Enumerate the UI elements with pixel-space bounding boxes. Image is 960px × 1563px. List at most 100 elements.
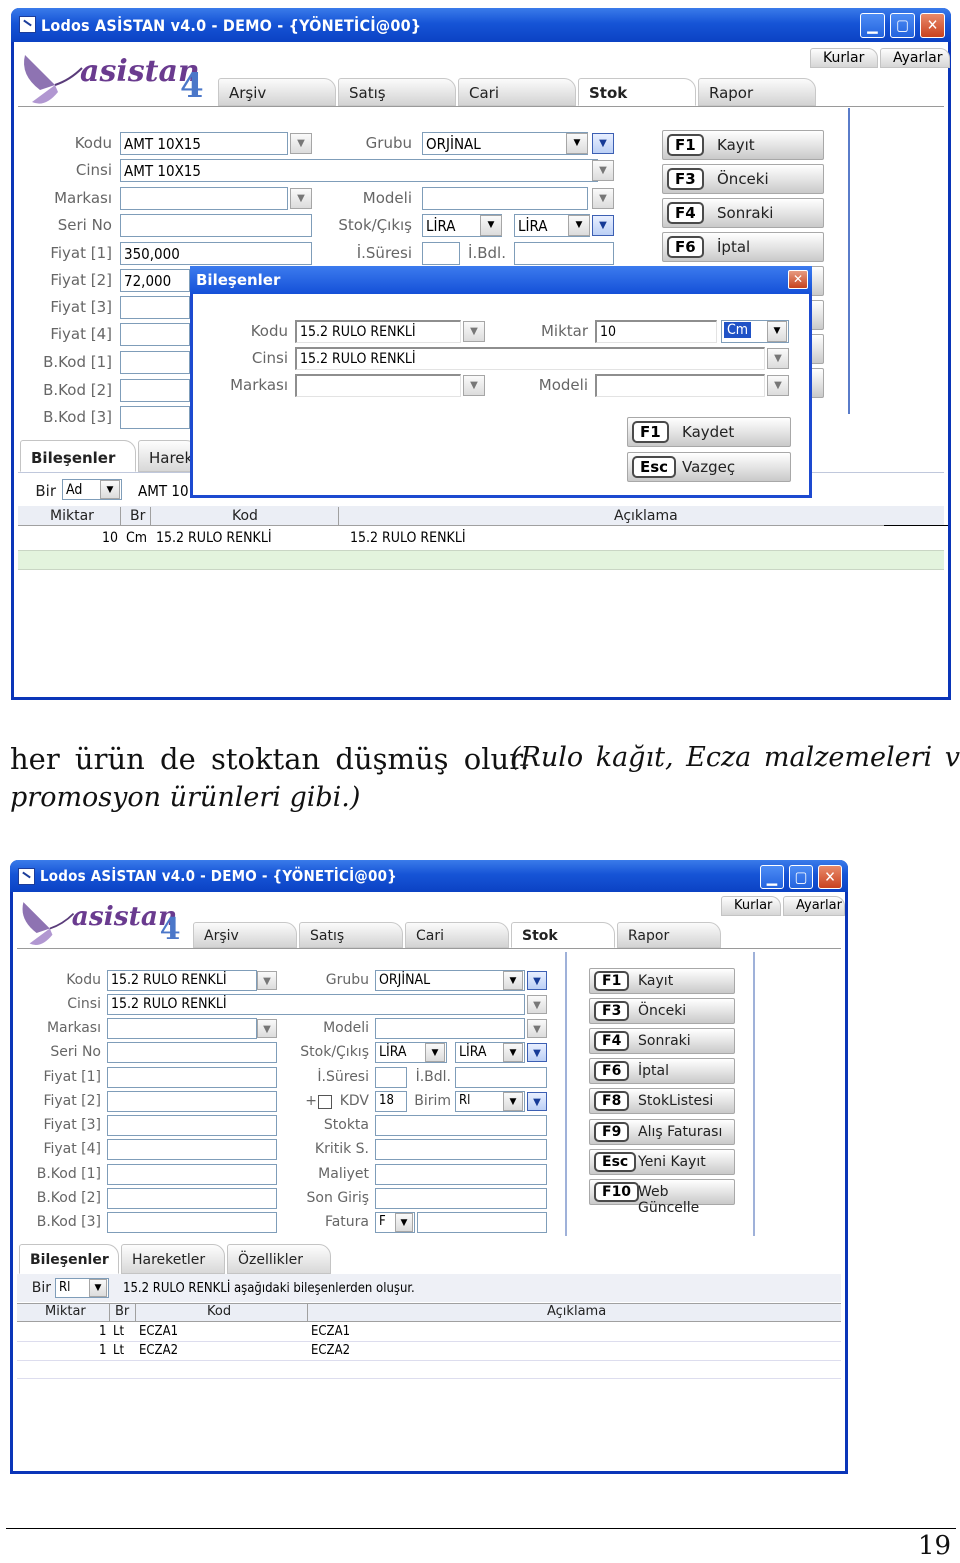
- screen1-titlebar[interactable]: Lodos ASİSTAN v4.0 - DEMO - {YÖNETİCİ@00…: [11, 8, 951, 42]
- maximize-icon[interactable]: ▢: [789, 865, 813, 889]
- fiyat4-input[interactable]: [107, 1139, 277, 1160]
- f6-iptal-button[interactable]: F6 İptal: [662, 232, 824, 262]
- dialog-vazgec-button[interactable]: Esc Vazgeç: [627, 452, 791, 482]
- bkod1-input[interactable]: [120, 351, 190, 374]
- cikis-currency-dropdown-arrow-icon[interactable]: ▼: [568, 215, 590, 236]
- tab-bilesenler[interactable]: Bileşenler: [19, 1244, 119, 1274]
- modeli-input[interactable]: [375, 1018, 525, 1039]
- app-icon[interactable]: [18, 868, 35, 885]
- dialog-birim-dropdown-arrow-icon[interactable]: ▼: [767, 321, 787, 342]
- dialog-cinsi-dropdown-arrow-icon[interactable]: ▼: [767, 348, 789, 369]
- table-row[interactable]: 1 Lt ECZA2 ECZA2: [17, 1342, 841, 1361]
- f3-onceki-button[interactable]: F3 Önceki: [662, 164, 824, 194]
- seri-no-input[interactable]: [107, 1042, 277, 1063]
- grubu-select[interactable]: ORJİNAL: [422, 132, 588, 155]
- tab-kurlar[interactable]: Kurlar: [721, 896, 781, 916]
- markasi-dropdown-arrow-icon[interactable]: ▼: [290, 188, 312, 209]
- bir-dropdown-arrow-icon[interactable]: ▼: [89, 1279, 107, 1297]
- grid-header-aciklama[interactable]: Açıklama: [547, 1304, 606, 1319]
- son-giris-input[interactable]: [375, 1188, 547, 1209]
- tab-ayarlar[interactable]: Ayarlar: [880, 48, 950, 68]
- i-bdl-input[interactable]: [514, 242, 614, 265]
- grubu-dropdown-arrow-icon[interactable]: ▼: [566, 133, 588, 154]
- minimize-icon[interactable]: ▁: [860, 13, 885, 38]
- fiyat2-input[interactable]: [107, 1091, 277, 1112]
- app-icon[interactable]: [19, 16, 36, 33]
- fiyat1-input[interactable]: [107, 1067, 277, 1088]
- fiyat2-input[interactable]: 72,000: [120, 269, 190, 292]
- stok-currency-dropdown-arrow-icon[interactable]: ▼: [425, 1043, 445, 1062]
- dialog-close-icon[interactable]: ✕: [788, 270, 808, 289]
- cikis-currency-dropdown-arrow-icon[interactable]: ▼: [503, 1043, 523, 1062]
- birim-dropdown-arrow-icon[interactable]: ▼: [503, 1092, 523, 1111]
- dialog-kodu-dropdown-arrow-icon[interactable]: ▼: [463, 321, 485, 342]
- fiyat3-input[interactable]: [120, 296, 190, 319]
- tab-satis[interactable]: Satış: [338, 78, 456, 106]
- close-icon[interactable]: ✕: [920, 13, 945, 38]
- kodu-dropdown-arrow-icon[interactable]: ▼: [290, 133, 312, 154]
- tab-ayarlar[interactable]: Ayarlar: [783, 896, 845, 916]
- tab-bilesenler[interactable]: Bileşenler: [20, 440, 136, 472]
- dialog-modeli-dropdown-arrow-icon[interactable]: ▼: [767, 375, 789, 396]
- f1-kayit-button[interactable]: F1 Kayıt: [589, 968, 735, 994]
- bkod2-input[interactable]: [107, 1188, 277, 1209]
- tab-cari[interactable]: Cari: [458, 78, 576, 106]
- kodu-dropdown-arrow-icon[interactable]: ▼: [257, 971, 277, 990]
- fatura-dropdown-arrow-icon[interactable]: ▼: [395, 1213, 413, 1232]
- markasi-input[interactable]: [107, 1018, 257, 1039]
- dialog-markasi-input[interactable]: [295, 374, 461, 397]
- maliyet-input[interactable]: [375, 1164, 547, 1185]
- kodu-input[interactable]: AMT 10X15: [120, 132, 288, 155]
- esc-yeni-kayit-button[interactable]: Esc Yeni Kayıt: [589, 1149, 735, 1175]
- kdv-input[interactable]: 18: [375, 1091, 407, 1112]
- dialog-markasi-dropdown-arrow-icon[interactable]: ▼: [463, 375, 485, 396]
- tab-cari[interactable]: Cari: [405, 922, 509, 948]
- tab-stok[interactable]: Stok: [511, 922, 615, 948]
- f9-alis-faturasi-button[interactable]: F9 Alış Faturası: [589, 1119, 735, 1145]
- grid-header-miktar[interactable]: Miktar: [50, 508, 94, 524]
- fatura-extra-input[interactable]: [417, 1212, 547, 1233]
- bkod1-input[interactable]: [107, 1164, 277, 1185]
- dialog-kaydet-button[interactable]: F1 Kaydet: [627, 417, 791, 447]
- bkod2-input[interactable]: [120, 379, 190, 402]
- f3-onceki-button[interactable]: F3 Önceki: [589, 998, 735, 1024]
- fiyat3-input[interactable]: [107, 1115, 277, 1136]
- tab-ozellikler[interactable]: Özellikler: [227, 1244, 331, 1274]
- minimize-icon[interactable]: ▁: [760, 865, 784, 889]
- grubu-dropdown-arrow-icon[interactable]: ▼: [503, 971, 523, 990]
- f1-kayit-button[interactable]: F1 Kayıt: [662, 130, 824, 160]
- cinsi-dropdown-arrow-icon[interactable]: ▼: [527, 995, 547, 1014]
- f10-web-guncelle-button[interactable]: F10 Web Güncelle: [589, 1179, 735, 1216]
- dialog-titlebar[interactable]: Bileşenler ✕: [190, 266, 812, 294]
- cinsi-dropdown-arrow-icon[interactable]: ▼: [592, 160, 614, 181]
- f4-sonraki-button[interactable]: F4 Sonraki: [589, 1028, 735, 1054]
- i-bdl-input[interactable]: [455, 1067, 547, 1088]
- tab-arsiv[interactable]: Arşiv: [218, 78, 336, 106]
- fiyat1-input[interactable]: 350,000: [120, 242, 312, 265]
- screen2-titlebar[interactable]: Lodos ASİSTAN v4.0 - DEMO - {YÖNETİCİ@00…: [10, 860, 848, 892]
- grubu-lookup-icon[interactable]: ▼: [527, 971, 547, 990]
- f6-iptal-button[interactable]: F6 İptal: [589, 1058, 735, 1084]
- tab-rapor[interactable]: Rapor: [617, 922, 721, 948]
- seri-no-input[interactable]: [120, 214, 312, 237]
- grid-header-miktar[interactable]: Miktar: [45, 1304, 86, 1319]
- grid-header-br[interactable]: Br: [130, 508, 145, 524]
- grid-header-br[interactable]: Br: [115, 1304, 129, 1319]
- table-row-new[interactable]: [18, 550, 944, 570]
- fiyat4-input[interactable]: [120, 323, 190, 346]
- tab-stok[interactable]: Stok: [578, 78, 696, 106]
- tab-hareketler[interactable]: Harek: [138, 440, 198, 472]
- close-icon[interactable]: ✕: [818, 865, 842, 889]
- dialog-modeli-input[interactable]: [595, 374, 765, 397]
- dialog-cinsi-input[interactable]: 15.2 RULO RENKLİ: [295, 347, 765, 370]
- bkod3-input[interactable]: [120, 406, 190, 429]
- f8-stoklistesi-button[interactable]: F8 StokListesi: [589, 1088, 735, 1114]
- modeli-input[interactable]: [422, 187, 588, 210]
- dialog-kodu-input[interactable]: 15.2 RULO RENKLİ: [295, 320, 461, 343]
- tab-arsiv[interactable]: Arşiv: [193, 922, 297, 948]
- f4-sonraki-button[interactable]: F4 Sonraki: [662, 198, 824, 228]
- grid-header-aciklama[interactable]: Açıklama: [614, 508, 678, 524]
- cinsi-input[interactable]: 15.2 RULO RENKLİ: [107, 994, 525, 1015]
- modeli-dropdown-arrow-icon[interactable]: ▼: [592, 188, 614, 209]
- birim-lookup-icon[interactable]: ▼: [527, 1092, 547, 1111]
